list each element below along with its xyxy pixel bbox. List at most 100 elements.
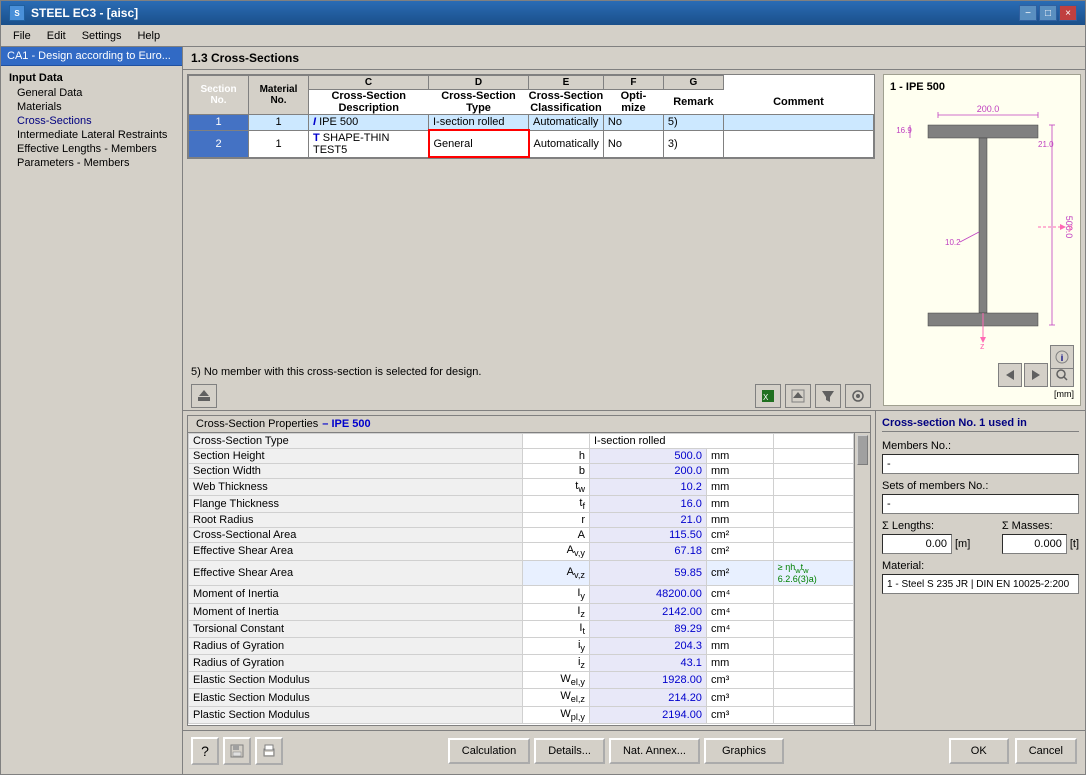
titlebar-buttons: − □ × <box>1019 5 1077 21</box>
prop-name-root: Root Radius <box>189 513 523 528</box>
preview-buttons: i <box>1050 345 1074 369</box>
prop-name-shear-y: Effective Shear Area <box>189 543 523 560</box>
import-button[interactable] <box>191 384 217 408</box>
view-icon <box>851 389 865 403</box>
info-lengths-input[interactable] <box>882 534 952 554</box>
sidebar-item-materials[interactable]: Materials <box>1 100 182 114</box>
prev-section-btn[interactable] <box>998 363 1022 387</box>
scrollbar-thumb[interactable] <box>857 435 868 465</box>
bottom-area: Cross-Section Properties – IPE 500 Cross… <box>183 410 1085 730</box>
prop-sym-type <box>523 434 590 449</box>
prop-val-elastic-z: 214.20 <box>589 689 706 706</box>
menu-settings[interactable]: Settings <box>74 28 130 44</box>
prop-unit-area: cm² <box>706 528 773 543</box>
close-button[interactable]: × <box>1059 5 1077 21</box>
prop-row-width: Section Width b 200.0 mm <box>189 464 854 479</box>
prop-name-torsional: Torsional Constant <box>189 620 523 637</box>
preview-info-btn[interactable]: i <box>1050 345 1074 369</box>
col-b-bot: No. <box>253 95 304 106</box>
prop-name-web: Web Thickness <box>189 479 523 496</box>
cell-remark-2: 3) <box>663 130 723 157</box>
sidebar: CA1 - Design according to Euro... Input … <box>1 47 183 774</box>
prop-name-plastic-y: Plastic Section Modulus <box>189 706 523 723</box>
prop-val-flange: 16.0 <box>589 496 706 513</box>
sidebar-item-general-data[interactable]: General Data <box>1 86 182 100</box>
cancel-button[interactable]: Cancel <box>1015 738 1077 764</box>
import-icon <box>197 389 211 403</box>
view-button[interactable] <box>845 384 871 408</box>
sidebar-item-effective-lengths[interactable]: Effective Lengths - Members <box>1 142 182 156</box>
cell-description-2[interactable]: T SHAPE-THIN TEST5 <box>309 130 429 157</box>
table-row[interactable]: 1 1 I IPE 500 I-section rolled Automatic… <box>189 115 874 131</box>
prop-unit-radius-y: mm <box>706 637 773 654</box>
sidebar-item-cross-sections[interactable]: Cross-Sections <box>1 114 182 128</box>
prop-unit-shear-z: cm² <box>706 560 773 586</box>
prop-row-shear-y: Effective Shear Area Av,y 67.18 cm² <box>189 543 854 560</box>
export-excel-button[interactable]: X <box>755 384 781 408</box>
info-members-input[interactable] <box>882 454 1079 474</box>
col-e-header: E <box>529 76 604 90</box>
table-toolbar-right: X <box>755 384 871 408</box>
prop-sym-root: r <box>523 513 590 528</box>
ok-button[interactable]: OK <box>949 738 1009 764</box>
prop-row-shear-z: Effective Shear Area Av,z 59.85 cm² ≥ ηh… <box>189 560 854 586</box>
sidebar-item-parameters[interactable]: Parameters - Members <box>1 156 182 170</box>
cell-type-1[interactable]: I-section rolled <box>429 115 529 131</box>
prop-note-type <box>773 434 853 449</box>
info-material-input[interactable] <box>882 574 1079 594</box>
cell-material-no-2: 1 <box>249 130 309 157</box>
svg-text:200.0: 200.0 <box>977 104 1000 114</box>
prop-row-elastic-z: Elastic Section Modulus Wel,z 214.20 cm³ <box>189 689 854 706</box>
graphics-button[interactable]: Graphics <box>704 738 784 764</box>
save-btn[interactable] <box>223 737 251 765</box>
sidebar-breadcrumb[interactable]: CA1 - Design according to Euro... <box>1 47 182 66</box>
col-f-header: F <box>603 76 663 90</box>
prop-row-radius-y: Radius of Gyration iy 204.3 mm <box>189 637 854 654</box>
menu-file[interactable]: File <box>5 28 39 44</box>
print-btn[interactable] <box>255 737 283 765</box>
prop-val-web: 10.2 <box>589 479 706 496</box>
svg-text:i: i <box>1061 353 1064 363</box>
cell-type-2[interactable]: General <box>429 130 529 157</box>
export-button[interactable] <box>785 384 811 408</box>
sidebar-item-intermediate[interactable]: Intermediate Lateral Restraints <box>1 128 182 142</box>
info-masses-unit: [t] <box>1070 538 1079 550</box>
info-panel-title: Cross-section No. 1 used in <box>882 417 1079 432</box>
info-sets-input[interactable] <box>882 494 1079 514</box>
prop-sym-torsional: It <box>523 620 590 637</box>
properties-title: Cross-Section Properties <box>196 418 318 430</box>
prop-val-elastic-y: 1928.00 <box>589 672 706 689</box>
menu-edit[interactable]: Edit <box>39 28 74 44</box>
prop-unit-flange: mm <box>706 496 773 513</box>
col-e-sub: Cross-SectionClassification <box>529 90 604 115</box>
calculation-button[interactable]: Calculation <box>448 738 530 764</box>
prop-name-elastic-y: Elastic Section Modulus <box>189 672 523 689</box>
menu-help[interactable]: Help <box>129 28 168 44</box>
minimize-button[interactable]: − <box>1019 5 1037 21</box>
table-row[interactable]: 2 1 T SHAPE-THIN TEST5 General Automatic… <box>189 130 874 157</box>
info-icon: i <box>1055 350 1069 364</box>
section-header: 1.3 Cross-Sections <box>183 47 1085 70</box>
prop-name-shear-z: Effective Shear Area <box>189 560 523 586</box>
nat-annex-button[interactable]: Nat. Annex... <box>609 738 700 764</box>
prop-note-root <box>773 513 853 528</box>
details-button[interactable]: Details... <box>534 738 605 764</box>
prop-val-inertia-y: 48200.00 <box>589 586 706 603</box>
prop-sym-web: tw <box>523 479 590 496</box>
prop-unit-elastic-z: cm³ <box>706 689 773 706</box>
cell-description-1[interactable]: I IPE 500 <box>309 115 429 131</box>
help-icon-btn[interactable]: ? <box>191 737 219 765</box>
col-f-sub: Opti-mize <box>603 90 663 115</box>
next-section-btn[interactable] <box>1024 363 1048 387</box>
table-area: Section No. Material No. C D <box>183 70 879 410</box>
info-sets-label: Sets of members No.: <box>882 480 1079 492</box>
filter-button[interactable] <box>815 384 841 408</box>
prop-row-area: Cross-Sectional Area A 115.50 cm² <box>189 528 854 543</box>
sidebar-input-data-label: Input Data <box>1 70 182 86</box>
cell-comment-2 <box>723 130 873 157</box>
maximize-button[interactable]: □ <box>1039 5 1057 21</box>
props-scrollbar[interactable] <box>854 433 870 725</box>
info-masses-input[interactable] <box>1002 534 1067 554</box>
prop-name-radius-z: Radius of Gyration <box>189 655 523 672</box>
print-icon <box>262 744 276 758</box>
